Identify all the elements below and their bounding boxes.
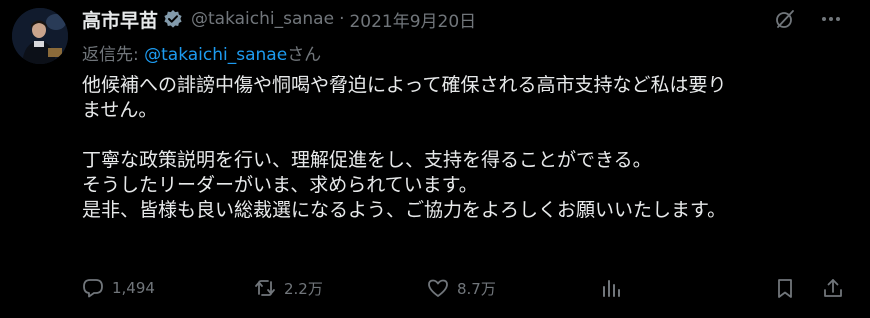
handle[interactable]: @takaichi_sanae: [191, 9, 334, 29]
reply-to-prefix: 返信先:: [82, 45, 145, 65]
reply-button[interactable]: 1,494: [82, 274, 155, 302]
bookmark-button[interactable]: [774, 274, 796, 302]
like-count: 8.7万: [457, 279, 496, 298]
bookmark-icon: [774, 277, 796, 299]
like-button[interactable]: 8.7万: [427, 274, 496, 302]
retweet-button[interactable]: 2.2万: [254, 274, 323, 302]
display-name[interactable]: 高市早苗: [82, 6, 158, 33]
tweet-body: 他候補への誹謗中傷や恫喝や脅迫によって確保される高市支持など私は要り ません。 …: [82, 73, 842, 223]
like-icon: [427, 277, 449, 299]
retweet-count: 2.2万: [284, 279, 323, 298]
reply-count: 1,494: [112, 279, 155, 297]
tweet-header: 高市早苗 @takaichi_sanae · 2021年9月20日: [82, 6, 476, 32]
tweet: 高市早苗 @takaichi_sanae · 2021年9月20日 返信先: @…: [0, 0, 870, 318]
reply-to: 返信先: @takaichi_sanaeさん: [82, 40, 321, 65]
verified-badge-icon: [163, 9, 183, 29]
share-button[interactable]: [822, 274, 844, 302]
tweet-body-line: 他候補への誹謗中傷や恫喝や脅迫によって確保される高市支持など私は要り: [82, 74, 727, 96]
tweet-body-line: ません。: [82, 99, 158, 121]
tweet-body-line: 是非、皆様も良い総裁選になるよう、ご協力をよろしくお願いいたします。: [82, 199, 727, 221]
tweet-actions: 1,494 2.2万 8.7万: [82, 274, 846, 302]
grok-icon[interactable]: [774, 8, 796, 30]
separator-dot: ·: [339, 9, 345, 29]
share-icon: [822, 277, 844, 299]
retweet-icon: [254, 277, 276, 299]
views-button[interactable]: [600, 274, 622, 302]
tweet-body-line: そうしたリーダーがいま、求められています。: [82, 174, 478, 196]
reply-to-suffix: さん: [287, 45, 322, 65]
timestamp[interactable]: 2021年9月20日: [349, 7, 476, 32]
reply-icon: [82, 277, 104, 299]
reply-to-mention[interactable]: @takaichi_sanae: [144, 45, 287, 65]
views-icon: [600, 277, 622, 299]
avatar[interactable]: [12, 8, 68, 64]
more-icon[interactable]: [820, 8, 842, 30]
tweet-top-actions: [774, 8, 842, 30]
tweet-body-line: 丁寧な政策説明を行い、理解促進をし、支持を得ることができる。: [82, 149, 652, 171]
